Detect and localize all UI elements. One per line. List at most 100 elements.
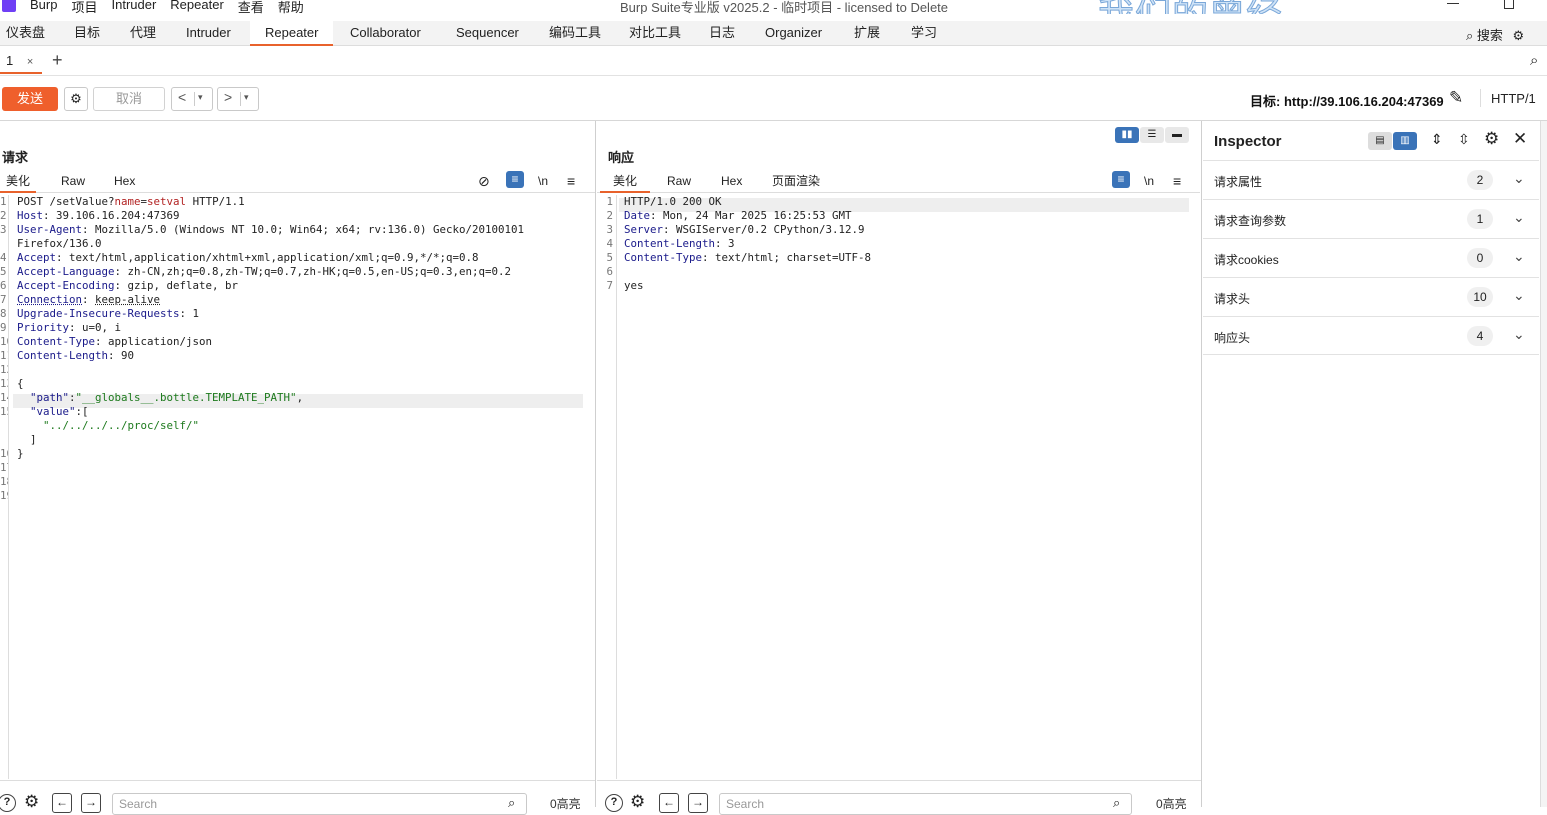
- close-tab-icon[interactable]: ×: [27, 56, 33, 68]
- request-search-input[interactable]: Search: [112, 793, 527, 815]
- settings-gear-icon[interactable]: ⚙: [24, 792, 39, 812]
- right-scrollbar[interactable]: [1540, 121, 1547, 807]
- inspector-row-query-params[interactable]: 请求查询参数 1 ⌄: [1203, 199, 1539, 238]
- history-forward-button[interactable]: > ▾: [217, 87, 259, 111]
- layout-side-by-side-icon[interactable]: ▮▮: [1115, 127, 1139, 143]
- response-line: yes: [624, 279, 644, 292]
- chevron-down-icon[interactable]: ⌄: [1513, 209, 1525, 226]
- request-line: Content-Type: application/json: [17, 335, 213, 348]
- layout-stacked-icon[interactable]: ☰: [1140, 127, 1164, 143]
- response-tab-render[interactable]: 页面渲染: [772, 171, 820, 193]
- chevron-down-icon[interactable]: ▾: [198, 92, 203, 103]
- request-highlight-count: 0高亮: [550, 797, 581, 811]
- collapse-all-icon[interactable]: ⇳: [1458, 131, 1470, 148]
- menu-view[interactable]: 查看: [238, 0, 264, 14]
- restore-icon[interactable]: [1504, 0, 1514, 9]
- burp-logo-icon: [2, 0, 16, 12]
- response-line: HTTP/1.0 200 OK: [624, 195, 722, 208]
- add-tab-icon[interactable]: +: [52, 50, 63, 71]
- inspector-row-request-attributes[interactable]: 请求属性 2 ⌄: [1203, 160, 1539, 199]
- response-tab-pretty[interactable]: 美化: [600, 171, 651, 193]
- layout-tabs-icon[interactable]: ▬: [1165, 127, 1189, 143]
- tab-logger[interactable]: 日志: [709, 21, 735, 46]
- settings-gear-icon[interactable]: ⚙: [64, 87, 88, 111]
- menu-burp[interactable]: Burp: [30, 0, 57, 14]
- chevron-down-icon[interactable]: ⌄: [1513, 287, 1525, 304]
- response-tab-raw[interactable]: Raw: [667, 171, 691, 193]
- arrow-left-icon[interactable]: ←: [659, 793, 679, 813]
- inspector-layout-panel-icon[interactable]: ▥: [1393, 132, 1417, 150]
- inspector-row-request-headers[interactable]: 请求头 10 ⌄: [1203, 277, 1539, 316]
- hide-eye-icon[interactable]: ⊘: [478, 171, 490, 193]
- inspector-row-count: 0: [1467, 248, 1493, 268]
- request-tab-hex[interactable]: Hex: [114, 171, 135, 193]
- cancel-button[interactable]: 取消: [93, 87, 165, 111]
- wrap-lines-icon[interactable]: ≡: [506, 171, 524, 188]
- request-tab-raw[interactable]: Raw: [61, 171, 85, 193]
- newline-toggle[interactable]: \n: [1144, 171, 1154, 193]
- settings-gear-icon[interactable]: ⚙: [630, 792, 645, 812]
- tab-target[interactable]: 目标: [74, 21, 100, 46]
- inspector-row-count: 10: [1467, 287, 1493, 307]
- divider: [1480, 89, 1481, 107]
- settings-gear-icon[interactable]: ⚙: [1513, 28, 1525, 43]
- request-line: Upgrade-Insecure-Requests: 1: [17, 307, 200, 320]
- tab-organizer[interactable]: Organizer: [765, 21, 822, 46]
- help-icon[interactable]: ?: [0, 794, 16, 812]
- chevron-down-icon[interactable]: ▾: [244, 92, 249, 103]
- expand-all-icon[interactable]: ⇕: [1431, 131, 1443, 148]
- arrow-left-icon[interactable]: ←: [52, 793, 72, 813]
- protocol-label[interactable]: HTTP/1: [1491, 91, 1536, 106]
- tab-proxy[interactable]: 代理: [130, 21, 156, 46]
- search-icon: ⌕: [508, 795, 516, 810]
- tab-learn[interactable]: 学习: [911, 21, 937, 46]
- tab-intruder[interactable]: Intruder: [186, 21, 231, 46]
- help-icon[interactable]: ?: [605, 794, 623, 812]
- response-search-input[interactable]: Search: [719, 793, 1132, 815]
- history-back-button[interactable]: < ▾: [171, 87, 213, 111]
- newline-toggle[interactable]: \n: [538, 171, 548, 193]
- tab-search-icon[interactable]: ⌕: [1530, 52, 1538, 69]
- global-search[interactable]: ⌕ 搜索 ⚙: [1466, 25, 1524, 44]
- tab-dashboard[interactable]: 仪表盘: [6, 21, 45, 46]
- menu-intruder[interactable]: Intruder: [111, 0, 156, 14]
- menu-hamburger-icon[interactable]: ≡: [1173, 171, 1181, 193]
- inspector-row-response-headers[interactable]: 响应头 4 ⌄: [1203, 316, 1539, 355]
- menu-help[interactable]: 帮助: [278, 0, 304, 14]
- response-tab-hex[interactable]: Hex: [721, 171, 742, 193]
- request-editor[interactable]: 1 2 3 4 5 6 7 8 9 10 11 12 13 14 15 16 1…: [0, 195, 595, 779]
- request-code: POST /setValue?name=setval HTTP/1.1 Host:…: [17, 195, 524, 461]
- response-heading: 响应: [608, 150, 635, 165]
- search-icon: ⌕: [1113, 795, 1121, 810]
- arrow-right-icon[interactable]: →: [688, 793, 708, 813]
- tab-sequencer[interactable]: Sequencer: [456, 21, 519, 46]
- arrow-right-icon[interactable]: →: [81, 793, 101, 813]
- repeater-tab-1[interactable]: 1 ×: [0, 50, 42, 74]
- panel-divider[interactable]: [595, 121, 596, 807]
- send-button[interactable]: 发送: [2, 87, 58, 111]
- tab-collaborator[interactable]: Collaborator: [350, 21, 421, 46]
- settings-gear-icon[interactable]: ⚙: [1484, 129, 1499, 149]
- repeater-tab-label: 1: [6, 53, 14, 68]
- response-editor[interactable]: 1 2 3 4 5 6 7 HTTP/1.0 200 OK Date: Mon, …: [605, 195, 1200, 779]
- edit-pencil-icon[interactable]: ✎: [1449, 88, 1463, 108]
- menu-repeater[interactable]: Repeater: [170, 0, 223, 14]
- tab-comparer[interactable]: 对比工具: [629, 21, 681, 46]
- request-tab-pretty[interactable]: 美化: [0, 171, 37, 193]
- chevron-down-icon[interactable]: ⌄: [1513, 326, 1525, 343]
- close-icon[interactable]: ✕: [1513, 129, 1527, 149]
- inspector-row-cookies[interactable]: 请求cookies 0 ⌄: [1203, 238, 1539, 277]
- wrap-lines-icon[interactable]: ≡: [1112, 171, 1130, 188]
- tab-repeater[interactable]: Repeater: [250, 21, 334, 46]
- chevron-right-icon: >: [224, 89, 233, 105]
- chevron-down-icon[interactable]: ⌄: [1513, 170, 1525, 187]
- menu-hamburger-icon[interactable]: ≡: [567, 171, 575, 193]
- menu-project[interactable]: 项目: [71, 0, 97, 14]
- tab-extensions[interactable]: 扩展: [854, 21, 880, 46]
- panel-divider[interactable]: [1201, 121, 1202, 807]
- minimize-icon[interactable]: [1447, 3, 1459, 4]
- inspector-layout-list-icon[interactable]: ▤: [1368, 132, 1392, 150]
- tab-decoder[interactable]: 编码工具: [549, 21, 601, 46]
- chevron-down-icon[interactable]: ⌄: [1513, 248, 1525, 265]
- inspector-row-count: 2: [1467, 170, 1493, 190]
